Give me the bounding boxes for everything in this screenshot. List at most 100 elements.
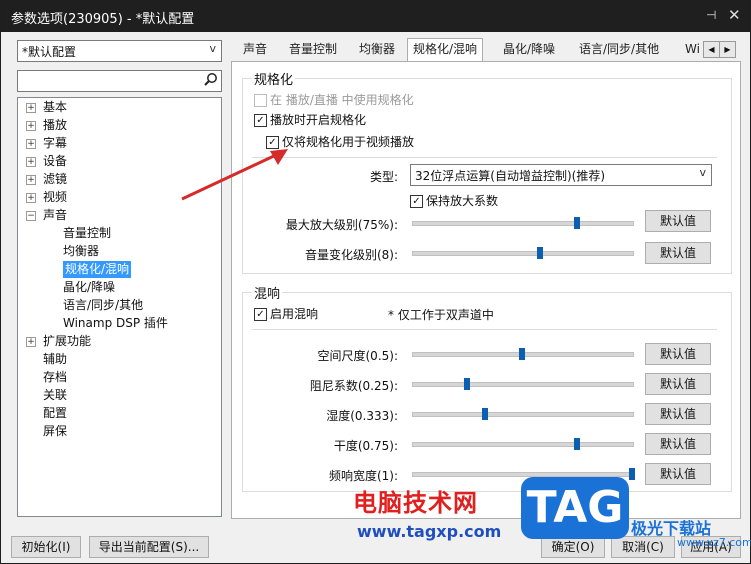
damping-slider-thumb[interactable]: [464, 378, 470, 390]
dry-label: 干度(0.75):: [333, 439, 398, 453]
normalize-group-title: 规格化: [252, 69, 296, 88]
expand-icon[interactable]: +: [26, 175, 36, 185]
expand-icon[interactable]: +: [26, 103, 36, 113]
tab-bar: 声音 音量控制 均衡器 规格化/混响 晶化/降噪 语言/同步/其他 Wi ◀ ▶: [231, 38, 739, 62]
checkbox-label: 保持放大系数: [426, 194, 499, 208]
volume-change-default-button[interactable]: 默认值: [645, 242, 711, 264]
pin-icon[interactable]: ⊣: [706, 8, 716, 22]
expand-icon[interactable]: +: [26, 157, 36, 167]
chevron-down-icon: v: [699, 166, 706, 179]
reverb-note: * 仅工作于双声道中: [388, 308, 494, 322]
tree-item-label: 设备: [43, 154, 68, 168]
annotation-arrow-icon: [181, 149, 288, 201]
tab-language-sync[interactable]: 语言/同步/其他: [579, 39, 659, 60]
width-slider-thumb[interactable]: [629, 468, 635, 480]
check-icon: ✓: [410, 195, 423, 208]
watermark-site-url: www.xz7.com: [677, 536, 751, 549]
tab-crystal-denoise[interactable]: 晶化/降噪: [503, 39, 555, 60]
normalize-type-select[interactable]: 32位浮点运算(自动增益控制)(推荐) v: [410, 164, 712, 186]
expand-icon[interactable]: +: [26, 121, 36, 131]
max-amp-label: 最大放大级别(75%):: [285, 218, 398, 232]
wet-slider-thumb[interactable]: [482, 408, 489, 420]
checkbox-label: 在 播放/直播 中使用规格化: [270, 93, 414, 107]
checkbox-label: 播放时开启规格化: [270, 113, 367, 127]
width-label: 频响宽度(1):: [328, 469, 398, 483]
normalize-type-value: 32位浮点运算(自动增益控制)(推荐): [415, 169, 605, 183]
checkbox-label: 启用混响: [270, 307, 319, 321]
tree-item-label: 声音: [43, 208, 68, 222]
cancel-button[interactable]: 取消(C): [611, 536, 675, 558]
expand-icon[interactable]: +: [26, 193, 36, 203]
tree-item-label: 关联: [43, 388, 68, 402]
checkbox-box: [254, 94, 267, 107]
max-amp-default-button[interactable]: 默认值: [645, 210, 711, 232]
watermark-url: www.tagxp.com: [357, 522, 502, 541]
expand-icon[interactable]: +: [26, 139, 36, 149]
checkbox-label: 仅将规格化用于视频播放: [282, 135, 415, 149]
divider: [252, 157, 717, 158]
check-icon: ✓: [254, 114, 267, 127]
ok-button[interactable]: 确定(O): [541, 536, 605, 558]
magnifier-icon[interactable]: [204, 72, 218, 86]
tree-item-label: 晶化/降噪: [63, 280, 116, 294]
tree-item-label: 滤镜: [43, 172, 68, 186]
tree-item-label: 字幕: [43, 136, 68, 150]
width-default-button[interactable]: 默认值: [645, 463, 711, 485]
wet-slider[interactable]: [412, 412, 634, 417]
room-size-default-button[interactable]: 默认值: [645, 343, 711, 365]
dry-slider-thumb[interactable]: [574, 438, 580, 450]
wet-default-button[interactable]: 默认值: [645, 403, 711, 425]
volume-change-slider-thumb[interactable]: [536, 247, 543, 259]
damping-slider[interactable]: [412, 382, 634, 387]
wet-label: 湿度(0.333):: [326, 409, 398, 423]
tree-item-label: 辅助: [43, 352, 68, 366]
room-size-label: 空间尺度(0.5):: [317, 349, 399, 363]
tree-item-label: 扩展功能: [43, 334, 92, 348]
damping-default-button[interactable]: 默认值: [645, 373, 711, 395]
title-bar[interactable]: 参数选项(230905) - *默认配置 ⊣ ✕: [1, 1, 750, 32]
volume-change-slider[interactable]: [412, 251, 634, 256]
watermark-title: 电脑技术网: [353, 489, 478, 517]
chevron-down-icon: v: [209, 42, 216, 55]
tree-item-label: 均衡器: [63, 244, 100, 258]
profile-select-value: *默认配置: [22, 45, 77, 59]
tab-equalizer[interactable]: 均衡器: [359, 39, 395, 60]
init-button[interactable]: 初始化(I): [11, 536, 81, 558]
tab-scroll-right-icon[interactable]: ▶: [719, 41, 736, 58]
tree-item-label: Winamp DSP 插件: [63, 316, 168, 330]
tag-logo: TAG: [521, 477, 629, 539]
tab-normalize-reverb[interactable]: 规格化/混响: [407, 38, 484, 62]
tab-more[interactable]: Wi: [685, 39, 700, 60]
volume-change-label: 音量变化级别(8):: [304, 248, 398, 262]
search-input[interactable]: [17, 70, 222, 92]
tab-content: 规格化 在 播放/直播 中使用规格化 ✓ 播放时开启规格化 ✓ 仅将规格化用于视…: [231, 61, 741, 519]
max-amp-slider-thumb[interactable]: [574, 217, 580, 229]
divider: [252, 329, 717, 330]
tree-item-label: 语言/同步/其他: [63, 298, 144, 312]
dry-slider[interactable]: [412, 442, 634, 447]
tree-item-label: 基本: [43, 100, 68, 114]
reverb-group-title: 混响: [252, 283, 283, 302]
expand-icon[interactable]: +: [26, 337, 36, 347]
preferences-window: 参数选项(230905) - *默认配置 ⊣ ✕ *默认配置 v + 基本 + …: [0, 0, 751, 564]
tab-audio[interactable]: 声音: [243, 39, 267, 60]
tree-item-label: 音量控制: [63, 226, 112, 240]
collapse-icon[interactable]: −: [26, 211, 36, 221]
tree-item-label: 配置: [43, 406, 68, 420]
tree-item-label: 视频: [43, 190, 68, 204]
room-size-slider-thumb[interactable]: [519, 348, 525, 360]
tree-item-label: 屏保: [43, 424, 68, 438]
check-icon: ✓: [254, 308, 267, 321]
export-config-button[interactable]: 导出当前配置(S)...: [89, 536, 209, 558]
max-amp-slider[interactable]: [412, 221, 634, 226]
tree-item-label: 规格化/混响: [63, 261, 132, 278]
close-icon[interactable]: ✕: [728, 6, 741, 24]
tree-item-label: 存档: [43, 370, 68, 384]
dry-default-button[interactable]: 默认值: [645, 433, 711, 455]
damping-label: 阻尼系数(0.25):: [309, 379, 398, 393]
tab-volume-control[interactable]: 音量控制: [289, 39, 337, 60]
window-title: 参数选项(230905) - *默认配置: [11, 12, 195, 27]
tree-item-label: 播放: [43, 118, 68, 132]
profile-select[interactable]: *默认配置 v: [17, 40, 222, 62]
tab-scroll-left-icon[interactable]: ◀: [703, 41, 720, 58]
